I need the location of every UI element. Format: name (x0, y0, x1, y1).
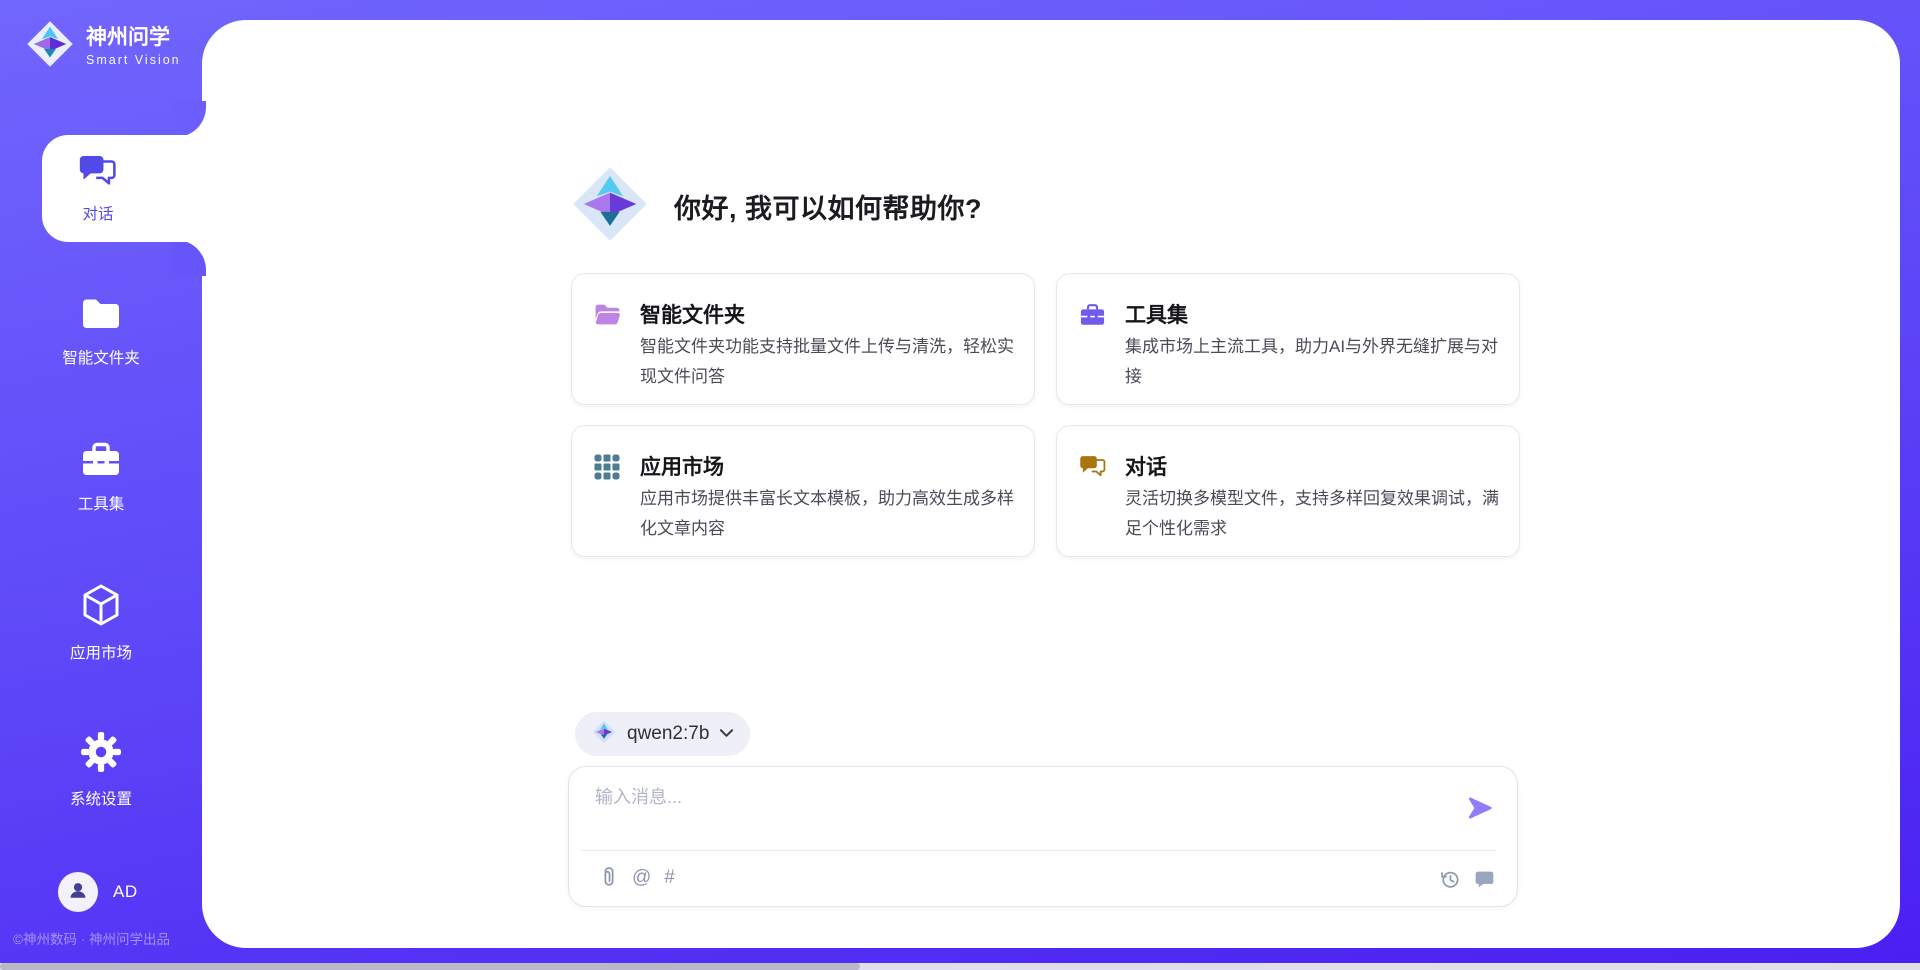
card-description: 智能文件夹功能支持批量文件上传与清洗，轻松实现文件问答 (640, 332, 1022, 392)
card-title: 工具集 (1125, 299, 1188, 329)
card-app-market[interactable]: 应用市场 应用市场提供丰富长文本模板，助力高效生成多样化文章内容 (571, 425, 1035, 557)
composer-divider (581, 850, 1497, 851)
chat-bubbles-icon (78, 153, 118, 195)
sidebar-item-app-market[interactable]: 应用市场 (0, 583, 202, 663)
history-icon[interactable] (1439, 868, 1461, 890)
greeting-text: 你好, 我可以如何帮助你? (674, 187, 982, 226)
sidebar-item-smart-folder[interactable]: 智能文件夹 (0, 294, 202, 368)
sidebar-item-toolset[interactable]: 工具集 (0, 440, 202, 514)
model-name: qwen2:7b (627, 723, 709, 745)
message-input-box: @ # (568, 766, 1518, 907)
chevron-down-icon (719, 725, 734, 743)
copyright-text: ©神州数码 · 神州问学出品 (13, 928, 170, 948)
send-icon[interactable] (1467, 795, 1493, 821)
toolbox-icon (80, 440, 122, 483)
brand-name: 神州问学 (86, 26, 181, 50)
sidebar-item-settings[interactable]: 系统设置 (0, 731, 202, 809)
cube-icon (81, 583, 121, 632)
person-icon (66, 878, 90, 907)
card-chat[interactable]: 对话 灵活切换多模型文件，支持多样回复效果调试，满足个性化需求 (1056, 425, 1520, 557)
composer-tools-left: @ # (599, 866, 675, 889)
horizontal-scrollbar-thumb[interactable] (0, 963, 860, 970)
chat-bubble-icon[interactable] (1474, 869, 1495, 890)
model-selector[interactable]: qwen2:7b (575, 712, 750, 756)
app-logo-diamond-icon (568, 162, 652, 251)
composer-tools-right (1439, 868, 1495, 890)
card-title: 应用市场 (640, 451, 724, 481)
card-title: 智能文件夹 (640, 299, 745, 329)
sidebar-item-label: 工具集 (78, 492, 125, 514)
card-title: 对话 (1125, 451, 1167, 481)
chat-bubbles-icon (1079, 454, 1107, 485)
card-smart-folder[interactable]: 智能文件夹 智能文件夹功能支持批量文件上传与清洗，轻松实现文件问答 (571, 273, 1035, 405)
folder-open-icon (594, 302, 621, 332)
user-profile[interactable]: AD (58, 872, 138, 912)
avatar (58, 872, 98, 912)
feature-cards: 智能文件夹 智能文件夹功能支持批量文件上传与清洗，轻松实现文件问答 工具集 集成… (571, 273, 1520, 557)
attach-icon[interactable] (599, 866, 619, 889)
sidebar-item-label: 系统设置 (70, 787, 132, 809)
model-logo-diamond-icon (591, 719, 617, 750)
sidebar-item-label: 对话 (82, 202, 113, 224)
brand-subtitle: Smart Vision (86, 53, 181, 67)
gear-icon (80, 731, 122, 778)
card-description: 灵活切换多模型文件，支持多样回复效果调试，满足个性化需求 (1125, 484, 1507, 544)
card-description: 集成市场上主流工具，助力AI与外界无缝扩展与对接 (1125, 332, 1507, 392)
card-description: 应用市场提供丰富长文本模板，助力高效生成多样化文章内容 (640, 484, 1022, 544)
sidebar-item-label: 应用市场 (70, 641, 132, 663)
message-input[interactable] (595, 783, 1335, 841)
sidebar-item-chat[interactable]: 对话 (42, 135, 204, 242)
sidebar: 神州问学 Smart Vision 对话 智能文件夹 (0, 0, 202, 970)
user-initials: AD (113, 882, 138, 902)
toolbox-icon (1079, 302, 1106, 332)
main-content: 你好, 我可以如何帮助你? 智能文件夹 智能文件夹功能支持批量文件上传与清洗，轻… (202, 20, 1900, 948)
app-grid-icon (594, 454, 620, 485)
hero: 你好, 我可以如何帮助你? (568, 162, 982, 250)
horizontal-scrollbar[interactable] (0, 963, 1920, 970)
mention-icon[interactable]: @ (632, 867, 651, 889)
brand: 神州问学 Smart Vision (24, 18, 181, 75)
topic-icon[interactable]: # (664, 867, 675, 889)
brand-logo-diamond-icon (24, 18, 76, 75)
folder-icon (79, 294, 123, 337)
card-toolset[interactable]: 工具集 集成市场上主流工具，助力AI与外界无缝扩展与对接 (1056, 273, 1520, 405)
sidebar-item-label: 智能文件夹 (62, 346, 140, 368)
